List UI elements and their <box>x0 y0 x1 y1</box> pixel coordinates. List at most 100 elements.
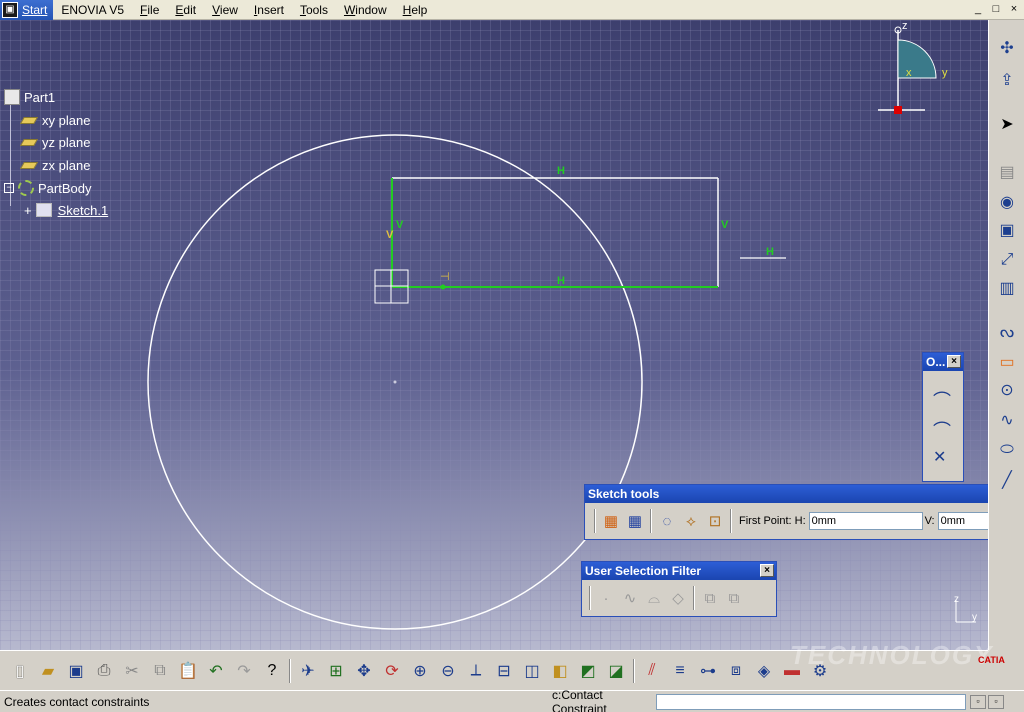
compass-y-label: y <box>942 67 948 79</box>
user-selection-filter-toolbar: User Selection Filter × · ∿ ⌓ ◇ ⧉ ⧉ <box>581 561 777 617</box>
compass-z-label: z <box>902 20 908 32</box>
fly-mode-icon[interactable]: ✈ <box>294 657 322 685</box>
normal-view-icon[interactable]: ⟂ <box>462 657 490 685</box>
open-file-icon[interactable]: ▰ <box>34 657 62 685</box>
spline-icon[interactable]: ∿ <box>995 408 1019 432</box>
toolbar-separator <box>730 509 732 533</box>
cut-icon[interactable]: ✂ <box>118 657 146 685</box>
snap-to-point-icon[interactable]: ▦ <box>623 509 647 533</box>
menu-file[interactable]: File <box>132 0 167 20</box>
volume-filter-icon[interactable]: ◇ <box>666 586 690 610</box>
menu-view[interactable]: View <box>204 0 246 20</box>
three-point-arc-icon[interactable]: ⌒ <box>933 417 951 443</box>
profile-icon[interactable]: ᔓ <box>995 320 1019 344</box>
print-icon[interactable]: ⎙ <box>90 657 118 685</box>
trim-icon[interactable]: ✕ <box>933 447 946 467</box>
menu-help[interactable]: Help <box>395 0 436 20</box>
grid-icon[interactable]: ▦ <box>599 509 623 533</box>
sketch-solving-status-icon[interactable]: ⧈ <box>722 657 750 685</box>
power-input-field[interactable] <box>656 693 966 710</box>
shading-icon[interactable]: ◧ <box>546 657 574 685</box>
ellipse-icon[interactable]: ⬭ <box>995 438 1019 462</box>
rotate-icon[interactable]: ⟳ <box>378 657 406 685</box>
first-point-h-input[interactable] <box>808 512 923 530</box>
sketch-tools-title[interactable]: Sketch tools <box>585 485 1023 503</box>
restore-button[interactable]: □ <box>988 2 1004 17</box>
new-file-icon[interactable]: ▯ <box>6 657 34 685</box>
cut-part-by-sketch-plane-icon[interactable]: ⫽ <box>638 657 666 685</box>
constraint-table-icon[interactable]: ▤ <box>995 160 1019 184</box>
point-filter-icon[interactable]: · <box>594 586 618 610</box>
v-coordinate-label: V: <box>924 515 935 527</box>
profile-toolbar-title[interactable]: O... × <box>923 353 963 371</box>
copy-icon[interactable]: ⧉ <box>146 657 174 685</box>
feature-filter-icon[interactable]: ⧉ <box>698 586 722 610</box>
arc-icon[interactable]: ⌒ <box>933 387 951 413</box>
apply-material-icon[interactable]: ◈ <box>750 657 778 685</box>
fix-together-icon[interactable]: ⤢ <box>995 248 1019 272</box>
select-arrow-icon[interactable]: ➤ <box>995 112 1019 136</box>
save-icon[interactable]: ▣ <box>62 657 90 685</box>
exit-workbench-icon[interactable]: ⇪ <box>995 68 1019 92</box>
compass-plane <box>897 39 937 79</box>
sketch-tools-label: Sketch tools <box>588 487 660 501</box>
redo-icon[interactable]: ↷ <box>230 657 258 685</box>
menu-insert[interactable]: Insert <box>246 0 292 20</box>
surface-filter-icon[interactable]: ⌓ <box>642 586 666 610</box>
rectangle-icon[interactable]: ▭ <box>995 350 1019 374</box>
geometry-filter-icon[interactable]: ⧉ <box>722 586 746 610</box>
status-icon-2[interactable]: ▫ <box>988 694 1004 709</box>
circle-center-point[interactable] <box>393 380 397 384</box>
profile-toolbar-label: O... <box>926 355 946 369</box>
watermark-text: TECHNOLOGY <box>790 640 994 670</box>
first-point-label: First Point: H: <box>739 515 806 527</box>
toolbar-separator <box>650 509 652 533</box>
auto-constraint-icon[interactable]: ▥ <box>995 276 1019 300</box>
sketch-analysis-icon[interactable]: ≡ <box>666 657 694 685</box>
dimensional-constraints-icon[interactable]: ⊡ <box>703 509 727 533</box>
curve-filter-icon[interactable]: ∿ <box>618 586 642 610</box>
contact-point[interactable] <box>440 284 446 290</box>
iso-view-icon[interactable]: ◫ <box>518 657 546 685</box>
geometrical-constraints-icon[interactable]: ⟡ <box>679 509 703 533</box>
solve-status-icon[interactable]: ⊶ <box>694 657 722 685</box>
undo-icon[interactable]: ↶ <box>202 657 230 685</box>
start-label: Start <box>22 2 48 17</box>
close-button[interactable]: × <box>1006 2 1022 17</box>
current-command: c:Contact Constraint <box>552 687 607 712</box>
line-icon[interactable]: ╱ <box>995 468 1019 492</box>
pan-icon[interactable]: ✥ <box>350 657 378 685</box>
zoom-in-icon[interactable]: ⊕ <box>406 657 434 685</box>
menu-window[interactable]: Window <box>336 0 395 20</box>
constraint-icon[interactable]: ◉ <box>995 190 1019 214</box>
fit-all-icon[interactable]: ⊞ <box>322 657 350 685</box>
workbench-icon[interactable]: ✣ <box>995 36 1019 60</box>
toolbar-grip <box>594 509 596 533</box>
compass-red-handle <box>894 106 902 114</box>
status-icon-1[interactable]: ▫ <box>970 694 986 709</box>
menu-bar: ▣ Start ENOVIA V5 File Edit View Insert … <box>0 0 1024 20</box>
profile-toolbar-close-button[interactable]: × <box>947 355 961 368</box>
start-menu[interactable]: ▣ Start <box>0 0 54 20</box>
menu-tools[interactable]: Tools <box>292 0 336 20</box>
selection-filter-title[interactable]: User Selection Filter × <box>582 562 776 580</box>
zoom-out-icon[interactable]: ⊖ <box>434 657 462 685</box>
menu-edit[interactable]: Edit <box>167 0 204 20</box>
construction-element-icon[interactable]: ◌ <box>655 509 679 533</box>
minimize-button[interactable]: _ <box>970 2 986 17</box>
circle-icon[interactable]: ⊙ <box>995 378 1019 402</box>
paste-icon[interactable]: 📋 <box>174 657 202 685</box>
catia-app-icon: ▣ <box>2 1 18 18</box>
tangent-constraint-icon: ⊣ <box>440 271 450 283</box>
selection-filter-close-button[interactable]: × <box>760 564 774 577</box>
status-bar: Creates contact constraints c:Contact Co… <box>0 687 1024 712</box>
swap-visible-space-icon[interactable]: ◪ <box>602 657 630 685</box>
hide-show-icon[interactable]: ◩ <box>574 657 602 685</box>
sketcher-viewport[interactable]: Part1 xy plane yz plane zx plane − PartB… <box>0 20 988 650</box>
sketch-tools-body: ▦ ▦ ◌ ⟡ ⊡ First Point: H: V: <box>585 503 1023 539</box>
whats-this-icon[interactable]: ? <box>258 657 286 685</box>
selection-filter-body: · ∿ ⌓ ◇ ⧉ ⧉ <box>582 580 776 616</box>
contact-constraint-icon[interactable]: ▣ <box>995 218 1019 242</box>
multi-view-icon[interactable]: ⊟ <box>490 657 518 685</box>
menu-enovia[interactable]: ENOVIA V5 <box>53 0 132 20</box>
